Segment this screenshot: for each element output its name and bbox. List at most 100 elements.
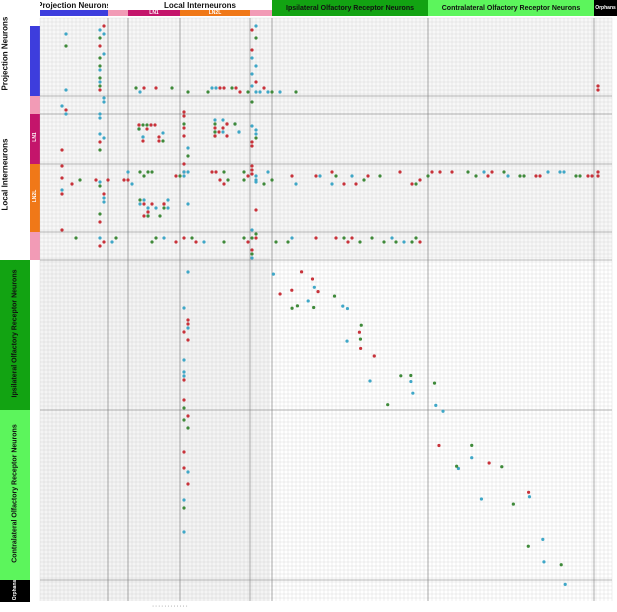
matrix-dot — [310, 277, 315, 281]
matrix-dot — [60, 188, 64, 192]
matrix-dot — [98, 220, 102, 224]
matrix-dot — [426, 174, 430, 178]
matrix-dot — [142, 174, 146, 178]
matrix-dot — [60, 176, 64, 180]
matrix-dot — [386, 403, 390, 407]
matrix-dot — [182, 236, 186, 240]
matrix-dot — [250, 140, 254, 144]
matrix-dot — [141, 139, 145, 143]
matrix-dot — [345, 339, 349, 343]
matrix-dot — [226, 178, 230, 182]
matrix-dot — [378, 174, 382, 178]
matrix-dot — [146, 214, 150, 218]
matrix-dot — [526, 544, 530, 548]
matrix-dot — [455, 464, 459, 468]
matrix-dot — [98, 44, 102, 48]
matrix-dot — [213, 118, 217, 122]
matrix-dot — [154, 206, 158, 210]
matrix-dot — [149, 123, 153, 127]
matrix-dot — [250, 236, 254, 240]
matrix-dot — [546, 170, 550, 174]
matrix-dot — [221, 126, 225, 130]
matrix-dot — [258, 90, 262, 94]
matrix-dot — [250, 48, 254, 52]
matrix-dot — [342, 182, 346, 186]
matrix-dot — [502, 170, 506, 174]
matrix-dot — [170, 86, 174, 90]
matrix-dot — [161, 131, 165, 135]
matrix-dot — [213, 130, 217, 134]
matrix-dot — [182, 306, 186, 310]
matrix-dot — [102, 240, 106, 244]
matrix-dot — [474, 174, 478, 178]
matrix-dot — [98, 68, 102, 72]
matrix-dot — [146, 206, 150, 210]
matrix-dot — [250, 124, 254, 128]
matrix-dot — [354, 182, 358, 186]
matrix-dot — [242, 236, 246, 240]
matrix-dot — [102, 96, 106, 100]
matrix-dot — [142, 86, 146, 90]
matrix-dot — [262, 182, 266, 186]
matrix-dot — [246, 240, 250, 244]
matrix-dot — [290, 306, 294, 310]
matrix-dot — [64, 44, 68, 48]
matrix-dot — [238, 90, 242, 94]
matrix-dot — [145, 123, 149, 127]
matrix-dot — [98, 236, 102, 240]
matrix-dot — [186, 154, 190, 158]
matrix-dot — [102, 136, 106, 140]
matrix-dot — [518, 174, 522, 178]
matrix-dot — [150, 240, 154, 244]
matrix-dot — [64, 108, 68, 112]
matrix-dot — [254, 232, 258, 236]
matrix-dot — [250, 28, 254, 32]
matrix-dot — [146, 210, 150, 214]
matrix-dot — [330, 182, 334, 186]
matrix-dot — [332, 294, 337, 298]
matrix-dot — [138, 90, 142, 94]
matrix-dot — [174, 174, 178, 178]
matrix-dot — [137, 123, 141, 127]
matrix-dot — [182, 374, 186, 378]
matrix-dot — [178, 174, 182, 178]
matrix-dot — [98, 80, 102, 84]
matrix-dot — [230, 86, 234, 90]
matrix-dot — [250, 172, 254, 176]
matrix-dot — [434, 403, 438, 407]
matrix-dot — [182, 466, 186, 470]
matrix-dot — [254, 136, 258, 140]
matrix-dot — [222, 240, 226, 244]
matrix-dot — [250, 168, 254, 172]
matrix-dot — [345, 306, 350, 311]
matrix-dot — [64, 88, 68, 92]
matrix-grid — [39, 17, 613, 601]
matrix-dot — [254, 36, 258, 40]
matrix-dot — [186, 338, 190, 342]
matrix-dot — [266, 90, 270, 94]
matrix-dot — [141, 123, 145, 127]
matrix-dot — [166, 198, 170, 202]
matrix-dot — [250, 144, 254, 148]
matrix-dot — [98, 244, 102, 248]
matrix-dot — [254, 208, 258, 212]
matrix-dot — [357, 330, 362, 334]
matrix-dot — [350, 236, 354, 240]
matrix-dot — [157, 135, 161, 139]
matrix-dot — [274, 240, 278, 244]
matrix-dot — [233, 122, 237, 126]
matrix-dot — [359, 346, 363, 351]
matrix-dot — [138, 170, 142, 174]
matrix-dot — [490, 170, 494, 174]
matrix-dot — [98, 140, 102, 144]
matrix-dot — [64, 112, 68, 116]
matrix-dot — [98, 76, 102, 80]
matrix-dot — [60, 164, 64, 168]
matrix-dot — [126, 170, 130, 174]
matrix-dot — [186, 414, 190, 418]
matrix-dot — [213, 122, 217, 126]
matrix-dot — [225, 122, 229, 126]
matrix-dot — [438, 170, 442, 174]
matrix-dot — [182, 134, 186, 138]
matrix-dot — [70, 182, 74, 186]
